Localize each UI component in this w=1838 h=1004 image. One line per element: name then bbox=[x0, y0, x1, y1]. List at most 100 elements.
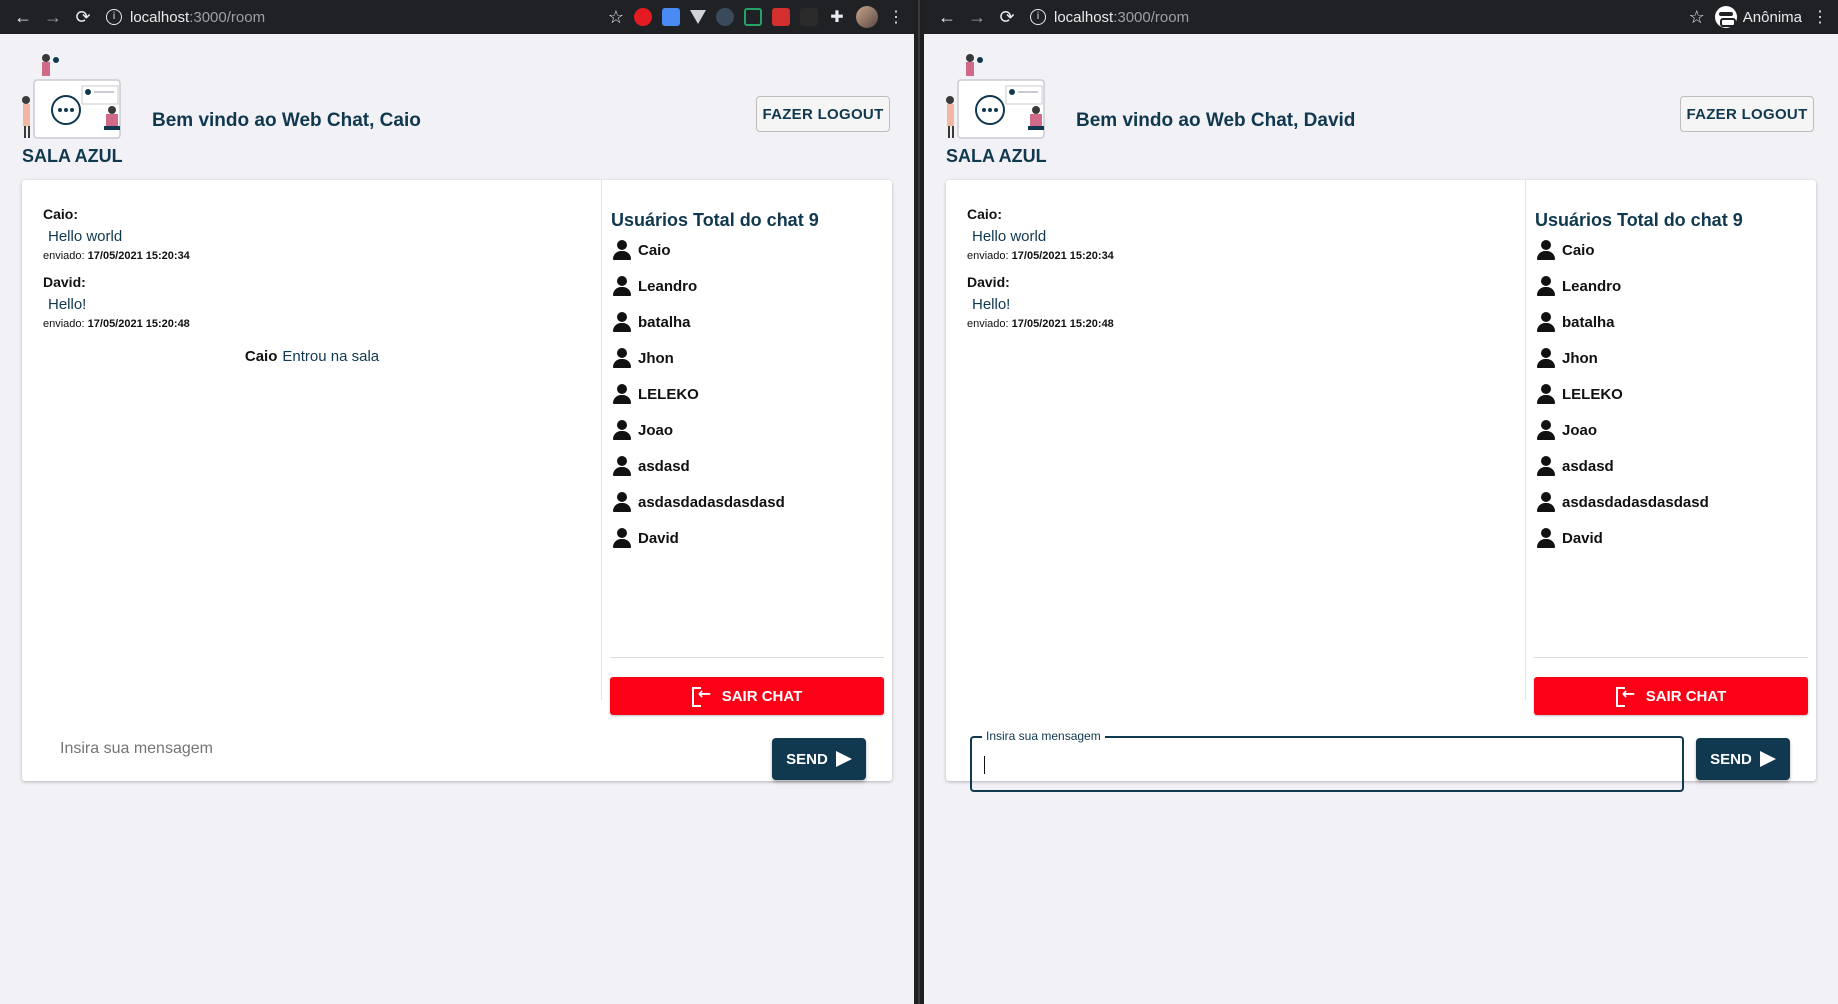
menu-kebab-icon[interactable]: ⋮ bbox=[1812, 7, 1828, 27]
translate-extension-icon[interactable] bbox=[662, 8, 680, 26]
send-button[interactable]: SEND bbox=[772, 738, 866, 780]
send-icon bbox=[835, 751, 852, 767]
recorder-extension-icon[interactable] bbox=[772, 8, 790, 26]
browser-toolbar: ← → ⟳ i localhost:3000/room ☆ Anônima ⋮ bbox=[924, 0, 1838, 34]
message-timestamp: enviado: 17/05/2021 15:20:34 bbox=[43, 250, 190, 262]
person-icon bbox=[612, 383, 632, 405]
exit-chat-label: SAIR CHAT bbox=[721, 687, 803, 705]
bookmark-star-icon[interactable]: ☆ bbox=[608, 7, 624, 28]
join-user: Caio bbox=[244, 348, 278, 365]
user-name: asdasdadasdasdasd bbox=[1562, 493, 1709, 511]
user-name: asdasdadasdasdasd bbox=[638, 493, 785, 511]
message-composer: Insira sua mensagem SEND bbox=[946, 720, 1816, 792]
address-bar[interactable]: i localhost:3000/room bbox=[106, 3, 608, 31]
back-icon[interactable]: ← bbox=[8, 2, 38, 32]
user-name: Leandro bbox=[1562, 277, 1622, 295]
message-author: David: bbox=[43, 274, 86, 290]
user-name: David bbox=[1562, 529, 1603, 547]
user-item: Joao bbox=[612, 412, 785, 448]
user-name: asdasd bbox=[1562, 457, 1614, 475]
reload-icon[interactable]: ⟳ bbox=[992, 2, 1022, 32]
sent-label: enviado: bbox=[967, 250, 1009, 262]
logout-button[interactable]: FAZER LOGOUT bbox=[756, 96, 890, 132]
extension-icon[interactable] bbox=[634, 8, 652, 26]
exit-icon bbox=[1615, 684, 1636, 707]
forward-icon[interactable]: → bbox=[38, 2, 68, 32]
message-composer: SEND bbox=[22, 720, 892, 780]
screenshot-extension-icon[interactable] bbox=[744, 8, 762, 26]
message-author: Caio: bbox=[43, 206, 78, 222]
send-icon bbox=[1759, 751, 1776, 767]
url-host: localhost bbox=[1054, 8, 1114, 26]
chat-page: Bem vindo ao Web Chat, Caio FAZER LOGOUT… bbox=[0, 34, 914, 1004]
person-icon bbox=[1536, 347, 1556, 369]
chat-page: Bem vindo ao Web Chat, David FAZER LOGOU… bbox=[924, 34, 1838, 1004]
logout-button[interactable]: FAZER LOGOUT bbox=[1680, 96, 1814, 132]
message-text: Hello world bbox=[48, 228, 123, 245]
incognito-profile-chip[interactable]: Anônima bbox=[1714, 6, 1802, 28]
exit-chat-button[interactable]: SAIR CHAT bbox=[1534, 677, 1808, 715]
url-host: localhost bbox=[130, 8, 190, 26]
profile-label: Anônima bbox=[1742, 8, 1802, 26]
browser-toolbar: ← → ⟳ i localhost:3000/room ☆ ✚ ⋮ bbox=[0, 0, 914, 34]
spy-extension-icon[interactable] bbox=[716, 8, 734, 26]
menu-kebab-icon[interactable]: ⋮ bbox=[888, 7, 904, 27]
user-item: Jhon bbox=[1536, 340, 1709, 376]
person-icon bbox=[612, 491, 632, 513]
person-icon bbox=[1536, 527, 1556, 549]
page-header: Bem vindo ao Web Chat, Caio FAZER LOGOUT bbox=[20, 52, 890, 172]
user-item: asdasd bbox=[1536, 448, 1709, 484]
join-notice: Caio Entrou na sala bbox=[22, 348, 602, 365]
chat-card: Caio: Hello world enviado: 17/05/2021 15… bbox=[22, 180, 892, 781]
profile-avatar[interactable] bbox=[856, 6, 878, 28]
puzzle-extensions-icon[interactable]: ✚ bbox=[828, 8, 846, 26]
person-icon bbox=[612, 311, 632, 333]
message-input[interactable] bbox=[60, 734, 760, 764]
user-item: asdasdadasdasdasd bbox=[612, 484, 785, 520]
user-name: LELEKO bbox=[638, 385, 699, 403]
window-divider bbox=[914, 0, 924, 1004]
divider bbox=[1534, 657, 1808, 658]
address-bar[interactable]: i localhost:3000/room bbox=[1030, 3, 1689, 31]
bookmark-star-icon[interactable]: ☆ bbox=[1689, 7, 1705, 28]
extension-icon[interactable] bbox=[800, 8, 818, 26]
welcome-heading: Bem vindo ao Web Chat, David bbox=[1076, 110, 1356, 131]
send-button[interactable]: SEND bbox=[1696, 738, 1790, 780]
room-title: SALA AZUL bbox=[22, 146, 123, 166]
person-icon bbox=[1536, 275, 1556, 297]
user-name: Joao bbox=[1562, 421, 1598, 439]
site-info-icon[interactable]: i bbox=[106, 9, 122, 25]
browser-window-right: ← → ⟳ i localhost:3000/room ☆ Anônima ⋮ bbox=[924, 0, 1838, 1004]
forward-icon[interactable]: → bbox=[962, 2, 992, 32]
user-list: Caio Leandro batalha Jhon LELEKO Joao as… bbox=[612, 232, 785, 556]
join-action: Entrou na sala bbox=[282, 348, 380, 365]
back-icon[interactable]: ← bbox=[932, 2, 962, 32]
reload-icon[interactable]: ⟳ bbox=[68, 2, 98, 32]
message-input[interactable]: Insira sua mensagem bbox=[970, 729, 1684, 792]
chat-message: Caio: Hello world enviado: 17/05/2021 15… bbox=[43, 206, 190, 262]
sent-time: 17/05/2021 15:20:48 bbox=[1011, 318, 1114, 330]
room-title: SALA AZUL bbox=[946, 146, 1047, 166]
user-name: asdasd bbox=[638, 457, 690, 475]
browser-window-left: ← → ⟳ i localhost:3000/room ☆ ✚ ⋮ Bem v… bbox=[0, 0, 914, 1004]
vue-extension-icon[interactable] bbox=[690, 10, 706, 24]
exit-chat-button[interactable]: SAIR CHAT bbox=[610, 677, 884, 715]
chat-card: Caio: Hello world enviado: 17/05/2021 15… bbox=[946, 180, 1816, 792]
site-info-icon[interactable]: i bbox=[1030, 9, 1046, 25]
message-timestamp: enviado: 17/05/2021 15:20:48 bbox=[967, 318, 1114, 330]
user-name: David bbox=[638, 529, 679, 547]
sent-label: enviado: bbox=[43, 318, 85, 330]
chat-message: David: Hello! enviado: 17/05/2021 15:20:… bbox=[967, 274, 1114, 330]
message-text: Hello! bbox=[972, 296, 1011, 313]
message-author: David: bbox=[967, 274, 1010, 290]
user-item: batalha bbox=[1536, 304, 1709, 340]
user-name: Joao bbox=[638, 421, 674, 439]
user-name: Leandro bbox=[638, 277, 698, 295]
person-icon bbox=[1536, 311, 1556, 333]
person-icon bbox=[612, 239, 632, 261]
user-item: Leandro bbox=[612, 268, 785, 304]
person-icon bbox=[612, 455, 632, 477]
sent-time: 17/05/2021 15:20:34 bbox=[1011, 250, 1114, 262]
user-item: LELEKO bbox=[1536, 376, 1709, 412]
message-timestamp: enviado: 17/05/2021 15:20:34 bbox=[967, 250, 1114, 262]
